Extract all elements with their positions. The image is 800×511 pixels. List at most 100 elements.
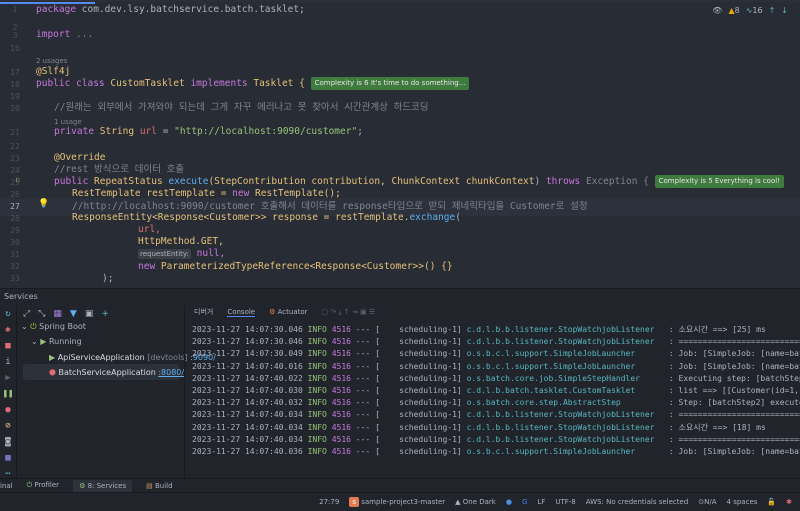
tree-node-spring-boot[interactable]: ⌄ ⏻ Spring Boot [21, 322, 86, 332]
cursor-position[interactable]: 27:79 [319, 498, 339, 506]
line-number: 28 [10, 214, 20, 223]
group-icon[interactable]: ▦ [53, 309, 62, 321]
new-tab-icon[interactable]: ▣ [85, 309, 94, 321]
eye-icon[interactable]: 👁 [712, 6, 722, 15]
warning-icon[interactable]: ▲8 [728, 6, 739, 15]
tab-actuator[interactable]: ⚙ Actuator [269, 308, 307, 316]
line-number: 17 [10, 68, 20, 77]
breakpoint-icon[interactable]: ● [0, 402, 16, 418]
log-ts: 2023-11-27 14:07:40.016 [192, 361, 303, 371]
filter-icon[interactable]: ▼ [70, 309, 77, 321]
complexity-badge: Complexity is 5 Everything is cool! [654, 175, 785, 188]
debug-step-icons[interactable]: ▢ ↷ ⤓ ↑ ⇥ ▣ ☰ [322, 308, 376, 317]
google-icon[interactable]: G [522, 498, 527, 506]
log-pid: 4516 [331, 373, 351, 383]
log-th: scheduling-1] [384, 447, 462, 456]
encoding[interactable]: UTF-8 [555, 498, 575, 506]
line-number: 32 [10, 262, 20, 271]
add-service-icon[interactable]: + [101, 309, 109, 321]
complexity-badge: Complexity is 6 It's time to do somethin… [310, 77, 470, 90]
tab-terminal[interactable]: inal [0, 482, 13, 490]
tab-profiler[interactable]: ⏻ Profiler [27, 481, 59, 490]
theme-widget[interactable]: ▲ One Dark [455, 498, 496, 506]
log-ts: 2023-11-27 14:07:30.049 [192, 349, 303, 359]
log-sep: --- [ [355, 361, 380, 371]
expand-all-icon[interactable]: ⤢ [23, 309, 30, 321]
line-number: 33 [10, 274, 20, 283]
code-line: import ... [36, 29, 94, 40]
inspection-widget[interactable]: 👁 ▲8 ∿16 ↑ ↓ [712, 6, 788, 15]
code-editor[interactable]: 1 2 3 16 17 18 19 20 21 22 23 24 25 26 2… [0, 0, 800, 288]
line-number: 1 [12, 5, 18, 14]
indent-widget[interactable]: 4 spaces [727, 498, 758, 506]
log-lvl: INFO [307, 398, 327, 408]
actuator-icon: ⚙ [269, 308, 276, 316]
console-output[interactable]: 디버거 Console ⚙ Actuator ▢ ↷ ⤓ ↑ ⇥ ▣ ☰ 202… [186, 306, 800, 478]
code-line: private String url = "http://localhost:9… [54, 126, 363, 137]
stop-icon[interactable]: ■ [0, 338, 16, 354]
line-separator[interactable]: LF [537, 498, 545, 506]
debug-icon[interactable]: ✱ [0, 322, 16, 338]
next-highlight-icon[interactable]: ↓ [781, 6, 788, 15]
mute-breakpoints-icon[interactable]: ⊘ [0, 418, 16, 434]
rerun-icon[interactable]: ↻ [0, 306, 16, 322]
line-number: 16 [10, 44, 20, 53]
layout-icon[interactable]: ▦ [0, 450, 16, 466]
log-ts: 2023-11-27 14:07:30.046 [192, 325, 303, 334]
pause-icon[interactable]: ❚❚ [0, 386, 16, 402]
lightbulb-icon[interactable]: 💡 [38, 199, 49, 209]
line-number: 19 [10, 92, 20, 101]
log-sep: --- [ [355, 398, 380, 408]
tree-node-batch-service[interactable]: ⬢ BatchServiceApplication :8080/ [49, 368, 184, 377]
log-th: scheduling-1] [384, 398, 462, 408]
camera-icon[interactable]: ◙ [0, 434, 16, 450]
log-line: 2023-11-27 14:07:40.036 INFO 4516 --- [ … [192, 446, 800, 458]
line-number: 24 [10, 166, 20, 175]
log-lvl: INFO [307, 337, 327, 347]
run-gutter-icon[interactable]: ⚐ [15, 176, 20, 186]
tab-debugger[interactable]: 디버거 [194, 307, 213, 317]
code-comment: //원래는 외부에서 가져와야 되는데 그게 자꾸 에러나고 못 찾아서 시간관… [54, 102, 429, 113]
log-sep: --- [ [355, 447, 380, 456]
log-pid: 4516 [331, 361, 351, 371]
circle-icon[interactable]: ● [506, 498, 512, 506]
tab-console[interactable]: Console [227, 308, 256, 317]
services-tree: ⤢ ⤡ ▦ ▼ ▣ + ⌄ ⏻ Spring Boot ⌄ ▶ Running … [17, 306, 216, 478]
line-number: 18 [10, 80, 20, 89]
log-th: scheduling-1] [384, 373, 462, 383]
collapse-all-icon[interactable]: ⤡ [38, 309, 45, 321]
status-bar: 27:79 s sample-project3-master ▲ One Dar… [0, 492, 800, 511]
log-sep: --- [ [355, 422, 380, 432]
line-number-gutter: 1 2 3 16 17 18 19 20 21 22 23 24 25 26 2… [0, 2, 32, 288]
code-line: ResponseEntity<Response<Customer>> respo… [72, 212, 461, 223]
resume-icon[interactable]: ▶ [0, 370, 16, 386]
bug-report-icon[interactable]: ✱ [786, 498, 792, 506]
log-cls: c.d.l.b.b.listener.StopWatchjobListener [466, 337, 665, 347]
line-number: 20 [10, 104, 20, 113]
log-ts: 2023-11-27 14:07:40.036 [192, 447, 303, 456]
aws-status[interactable]: AWS: No credentials selected [586, 498, 689, 506]
log-lvl: INFO [307, 422, 327, 432]
na-widget[interactable]: ⊙N/A [698, 498, 716, 506]
tab-build[interactable]: ▤ Build [146, 482, 172, 490]
weak-warning-icon[interactable]: ∿16 [746, 6, 763, 15]
lock-icon[interactable]: 🔓 [767, 498, 776, 506]
line-number: 21 [10, 128, 20, 137]
info-icon[interactable]: i [0, 354, 16, 370]
line-number: 3 [12, 31, 18, 40]
log-lvl: INFO [307, 447, 327, 456]
log-msg: : Job: [SimpleJob: [name=batch2]] launch [668, 361, 800, 371]
log-th: scheduling-1] [384, 386, 462, 395]
port-link[interactable]: :8080/ [158, 368, 184, 377]
log-msg: : ======================================… [668, 434, 800, 444]
tree-node-running[interactable]: ⌄ ▶ Running [31, 337, 82, 346]
play-icon: ▶ [49, 353, 56, 362]
log-line: 2023-11-27 14:07:40.016 INFO 4516 --- [ … [192, 361, 800, 373]
project-widget[interactable]: s sample-project3-master [349, 497, 445, 507]
code-line: package com.dev.lsy.batchservice.batch.t… [36, 4, 305, 15]
tab-services[interactable]: ⚙ 8: Services [73, 479, 133, 492]
previous-highlight-icon[interactable]: ↑ [769, 6, 776, 15]
log-cls: o.s.batch.core.step.AbstractStep [466, 398, 665, 408]
console-tabs: 디버거 Console ⚙ Actuator ▢ ↷ ⤓ ↑ ⇥ ▣ ☰ [186, 306, 800, 318]
folded-imports[interactable]: ... [70, 29, 93, 40]
